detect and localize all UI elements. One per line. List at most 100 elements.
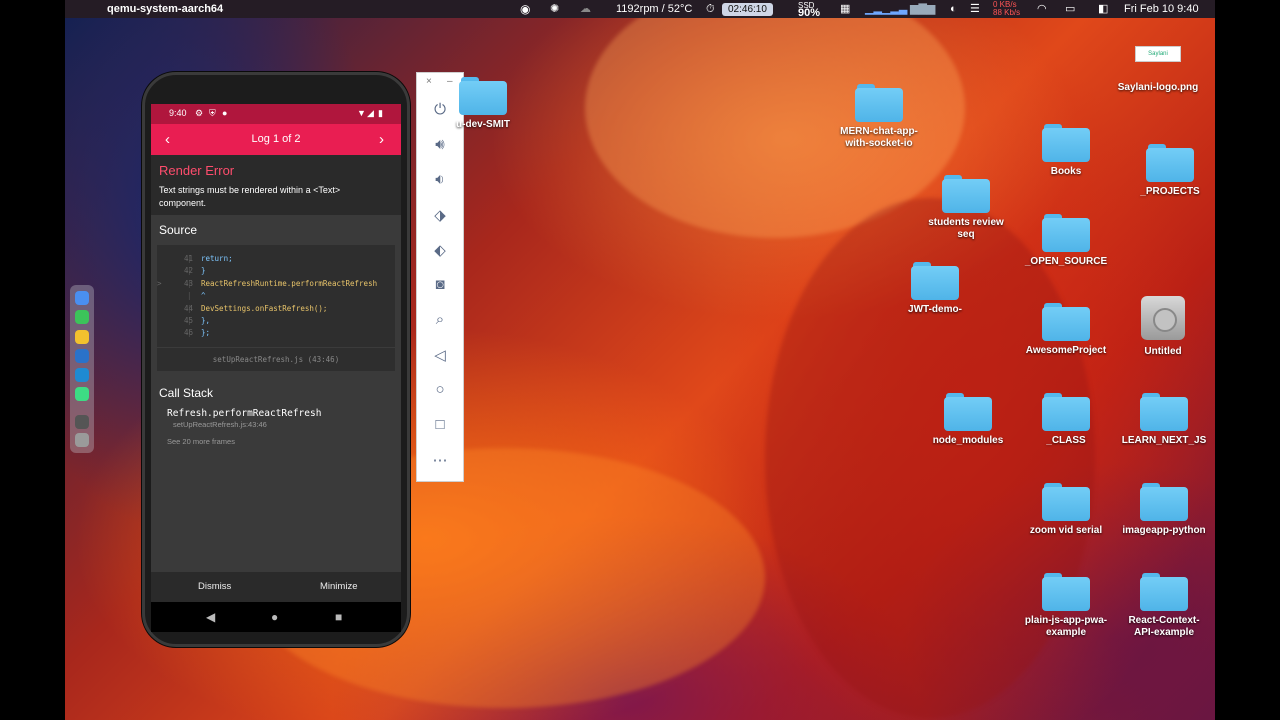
folder-icon [942, 173, 990, 213]
settings-icon: ⚙ [195, 108, 204, 118]
folder-label: JWT-demo- [908, 304, 962, 315]
stack-frame-name[interactable]: Refresh.performReactRefresh [167, 408, 321, 419]
wifi-icon: ▼ [357, 108, 366, 118]
close-icon[interactable]: × [426, 76, 432, 87]
code-text: }, [201, 316, 211, 325]
volume-up-icon[interactable]: 🔊︎ [417, 136, 463, 153]
gutter-divider: | [187, 279, 192, 288]
folder-icon [1140, 481, 1188, 521]
finder-icon[interactable] [75, 291, 89, 305]
desktop-folder[interactable]: u-dev-SMIT [438, 75, 528, 131]
ssd-value[interactable]: 90% [798, 4, 820, 22]
desktop-folder[interactable]: _OPEN_SOURCE [1021, 212, 1111, 268]
bottom-actions: Dismiss Minimize [151, 572, 401, 602]
android-studio-icon[interactable] [75, 387, 89, 401]
rotate-left-icon[interactable]: ⬗ [417, 206, 463, 224]
desktop-folder[interactable]: AwesomeProject [1021, 301, 1111, 357]
overview-icon[interactable]: □ [417, 416, 463, 433]
folder-label: LEARN_NEXT_JS [1121, 435, 1207, 446]
brightness-icon[interactable]: ✺ [550, 0, 559, 18]
hard-drive-icon [1141, 296, 1185, 340]
zoom-icon[interactable]: ⌕ [417, 311, 463, 328]
chrome-icon[interactable] [75, 330, 89, 344]
back-icon[interactable]: ◁ [417, 346, 463, 364]
recents-icon[interactable]: ■ [335, 610, 342, 624]
back-icon[interactable]: ◀ [206, 610, 215, 624]
desktop-drive[interactable]: Untitled [1118, 296, 1208, 358]
wifi-icon[interactable]: ◠ [1037, 0, 1047, 18]
downloads-icon[interactable] [75, 415, 89, 429]
record-icon[interactable]: ◉ [520, 0, 530, 18]
code-text: DevSettings.onFastRefresh(); [201, 304, 328, 313]
minimize-button[interactable]: Minimize [320, 581, 357, 592]
battery-icon: ▮ [378, 108, 383, 118]
qbittorrent-icon[interactable] [75, 349, 89, 363]
timer[interactable]: 02:46:10 [722, 3, 773, 16]
status-time: 9:40 [169, 108, 187, 118]
cpu-graph-icon[interactable]: ▁▂▁▂▃ [865, 0, 907, 18]
desktop-folder[interactable]: LEARN_NEXT_JS [1119, 391, 1209, 447]
gutter-divider: | [187, 254, 192, 263]
desktop-folder[interactable]: _CLASS [1021, 391, 1111, 447]
android-nav-bar: ◀ ● ■ [151, 602, 401, 632]
desktop-folder[interactable]: _PROJECTS [1125, 142, 1215, 198]
app-name[interactable]: qemu-system-aarch64 [107, 0, 223, 18]
desktop-folder[interactable]: React-Context-API-example [1119, 571, 1209, 639]
home-icon[interactable]: ○ [417, 381, 463, 398]
folder-icon [1042, 301, 1090, 341]
fan-temp[interactable]: 1192rpm / 52°C [616, 0, 692, 18]
gutter-divider: | [187, 291, 192, 300]
error-message: Text strings must be rendered within a <… [159, 185, 341, 208]
desktop-folder[interactable]: zoom vid serial [1021, 481, 1111, 537]
source-code-box[interactable]: 41 | return; 42 | } >43 | ReactRefreshRuntime… [157, 245, 395, 371]
code-line: 45 | }, [157, 315, 395, 327]
messages-icon[interactable] [75, 310, 89, 324]
more-icon[interactable]: ⋯ [417, 451, 463, 469]
desktop-file[interactable]: Saylani Saylani-logo.png [1113, 46, 1203, 94]
control-center-icon[interactable]: ◧ [1098, 0, 1108, 18]
folder-label: imageapp-python [1122, 525, 1206, 536]
user-icon[interactable]: ◐ [950, 0, 957, 18]
code-line: >43 | ReactRefreshRuntime.performReactRef… [157, 278, 395, 290]
desktop-folder[interactable]: students review seq [921, 173, 1011, 241]
folder-icon [1042, 391, 1090, 431]
camera-icon[interactable]: ◙ [417, 276, 463, 293]
folder-icon [459, 75, 507, 115]
network-graph-icon[interactable]: ▆▇▆ [910, 0, 935, 18]
stack-frame-file[interactable]: setUpReactRefresh.js:43:46 [173, 420, 267, 429]
error-title: Render Error [159, 163, 235, 178]
signal-icon: ◢ [367, 108, 374, 118]
menu-list-icon[interactable]: ☰ [970, 0, 980, 18]
clock[interactable]: Fri Feb 10 9:40 [1124, 0, 1199, 18]
net-speed-down: 88 Kb/s [993, 8, 1021, 17]
memory-icon[interactable]: ▦ [840, 0, 850, 18]
menu-bar: qemu-system-aarch64 ◉ ✺ ☁ 1192rpm / 52°C… [65, 0, 1215, 19]
folder-icon [1042, 571, 1090, 611]
folder-icon [1042, 481, 1090, 521]
error-panel: Render Error Text strings must be render… [151, 155, 401, 215]
source-file-location[interactable]: setUpReactRefresh.js (43:46) [157, 347, 395, 371]
vscode-icon[interactable] [75, 368, 89, 382]
desktop-folder[interactable]: MERN-chat-app-with-socket-io [834, 82, 924, 150]
trash-icon[interactable] [75, 433, 89, 447]
desktop-folder[interactable]: Books [1021, 122, 1111, 178]
see-more-frames-button[interactable]: See 20 more frames [167, 437, 235, 446]
drive-label: Untitled [1144, 346, 1182, 357]
folder-icon [855, 82, 903, 122]
folder-icon [1042, 212, 1090, 252]
home-icon[interactable]: ● [271, 610, 278, 624]
code-text: } [201, 266, 206, 275]
desktop-folder[interactable]: node_modules [923, 391, 1013, 447]
volume-down-icon[interactable]: 🔉︎ [417, 171, 463, 188]
desktop-folder[interactable]: plain-js-app-pwa-example [1021, 571, 1111, 639]
desktop-folder[interactable]: imageapp-python [1119, 481, 1209, 537]
next-log-button[interactable]: › [379, 131, 384, 148]
rotate-right-icon[interactable]: ⬖ [417, 241, 463, 259]
dismiss-button[interactable]: Dismiss [198, 581, 231, 592]
folder-label: plain-js-app-pwa-example [1024, 615, 1108, 638]
timer-icon[interactable]: ⏱ [706, 0, 715, 18]
cloud-icon[interactable]: ☁ [580, 0, 591, 18]
desktop-folder[interactable]: JWT-demo- [890, 260, 980, 316]
battery-icon[interactable]: ▭ [1065, 0, 1075, 18]
log-title: Log 1 of 2 [251, 133, 301, 145]
